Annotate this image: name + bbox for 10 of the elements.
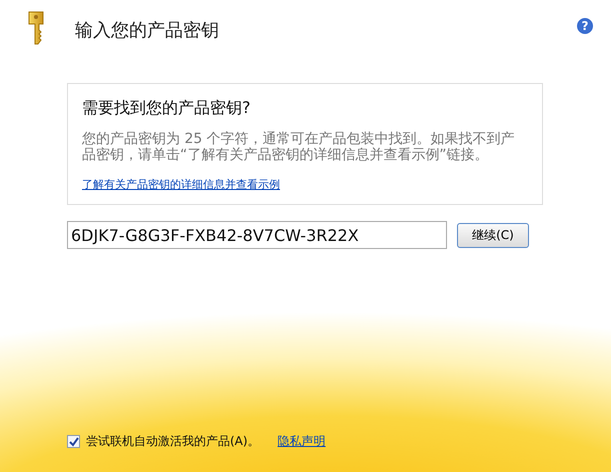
info-text: 您的产品密钥为 25 个字符，通常可在产品包装中找到。如果找不到产品密钥，请单击“了解有关产品密钥的详细信息并查看示例”链接。 bbox=[82, 131, 516, 163]
continue-button[interactable]: 继续(C) bbox=[457, 222, 529, 248]
info-heading: 需要找到您的产品密钥? bbox=[82, 98, 252, 119]
details-link[interactable]: 了解有关产品密钥的详细信息并查看示例 bbox=[82, 178, 280, 191]
privacy-link[interactable]: 隐私声明 bbox=[278, 433, 326, 450]
window-title: 输入您的产品密钥 bbox=[75, 19, 220, 42]
checkbox-label[interactable]: 尝试联机自动激活我的产品(A)。 bbox=[86, 433, 260, 450]
checkbox[interactable] bbox=[67, 435, 80, 448]
product-key-field[interactable]: 6DJK7-G8G3F-FXB42-8V7CW-3R22X bbox=[67, 221, 447, 249]
help-icon[interactable]: ? bbox=[577, 18, 593, 34]
